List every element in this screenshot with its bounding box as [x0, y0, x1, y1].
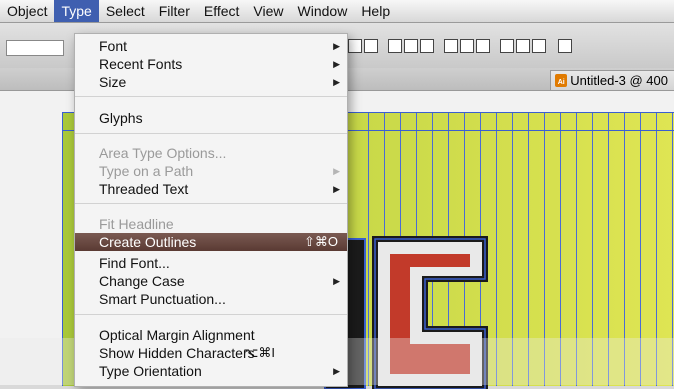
distribute-left-icon[interactable] — [500, 39, 514, 53]
menu-item-create-outlines[interactable]: Create Outlines ⇧⌘O — [75, 233, 347, 251]
distribute-center-icon[interactable] — [516, 39, 530, 53]
menu-item-show-hidden-characters[interactable]: Show Hidden Characters ⌥⌘I — [75, 344, 347, 362]
chevron-right-icon: ▶ — [333, 366, 340, 376]
chevron-right-icon: ▶ — [333, 166, 340, 176]
menu-effect[interactable]: Effect — [197, 0, 247, 22]
ai-file-icon: Ai — [555, 74, 568, 87]
menu-object[interactable]: Object — [0, 0, 54, 22]
menu-separator — [75, 96, 347, 97]
menu-item-size[interactable]: Size ▶ — [75, 73, 347, 91]
align-left-icon[interactable] — [348, 39, 362, 53]
menu-filter[interactable]: Filter — [152, 0, 197, 22]
distribute-middle-icon[interactable] — [460, 39, 474, 53]
transform-icon[interactable] — [558, 39, 572, 53]
menu-item-threaded-text[interactable]: Threaded Text ▶ — [75, 180, 347, 198]
distribute-top-icon[interactable] — [444, 39, 458, 53]
menu-item-recent-fonts[interactable]: Recent Fonts ▶ — [75, 55, 347, 73]
type-menu-dropdown: Font ▶ Recent Fonts ▶ Size ▶ Glyphs Area… — [74, 33, 348, 387]
shortcut-label: ⇧⌘O — [303, 234, 338, 249]
menu-item-type-on-a-path: Type on a Path ▶ — [99, 163, 340, 179]
shortcut-label: ⌥⌘I — [243, 345, 275, 360]
menu-item-glyphs[interactable]: Glyphs — [75, 109, 347, 127]
distribute-bottom-icon[interactable] — [476, 39, 490, 53]
menu-select[interactable]: Select — [99, 0, 152, 22]
distribute-right-icon[interactable] — [532, 39, 546, 53]
menu-item-area-type-options: Area Type Options... — [99, 145, 227, 161]
align-bottom-icon[interactable] — [420, 39, 434, 53]
chevron-right-icon: ▶ — [333, 184, 340, 194]
chevron-right-icon: ▶ — [333, 41, 340, 51]
menu-separator — [75, 133, 347, 134]
menu-item-font[interactable]: Font ▶ — [75, 37, 347, 55]
stroke-weight-field[interactable] — [6, 40, 64, 56]
menu-separator — [75, 314, 347, 315]
align-buttons[interactable] — [348, 39, 572, 55]
document-title: Untitled-3 @ 400 — [570, 73, 668, 88]
menu-item-optical-margin-alignment[interactable]: Optical Margin Alignment — [75, 326, 347, 344]
chevron-right-icon: ▶ — [333, 59, 340, 69]
menu-view[interactable]: View — [246, 0, 290, 22]
menu-item-fit-headline: Fit Headline — [99, 216, 174, 232]
menu-item-smart-punctuation[interactable]: Smart Punctuation... — [75, 290, 347, 308]
align-top-icon[interactable] — [388, 39, 402, 53]
menu-type[interactable]: Type — [54, 0, 99, 22]
menu-bar: Object Type Select Filter Effect View Wi… — [0, 0, 674, 23]
align-middle-icon[interactable] — [404, 39, 418, 53]
menu-window[interactable]: Window — [291, 0, 355, 22]
document-tab[interactable]: Ai Untitled-3 @ 400 — [550, 70, 674, 91]
align-center-icon[interactable] — [364, 39, 378, 53]
menu-item-type-orientation[interactable]: Type Orientation ▶ — [75, 362, 347, 380]
chevron-right-icon: ▶ — [333, 77, 340, 87]
menu-item-change-case[interactable]: Change Case ▶ — [75, 272, 347, 290]
chevron-right-icon: ▶ — [333, 276, 340, 286]
menu-separator — [75, 203, 347, 204]
menu-item-find-font[interactable]: Find Font... — [75, 254, 347, 272]
menu-help[interactable]: Help — [354, 0, 397, 22]
